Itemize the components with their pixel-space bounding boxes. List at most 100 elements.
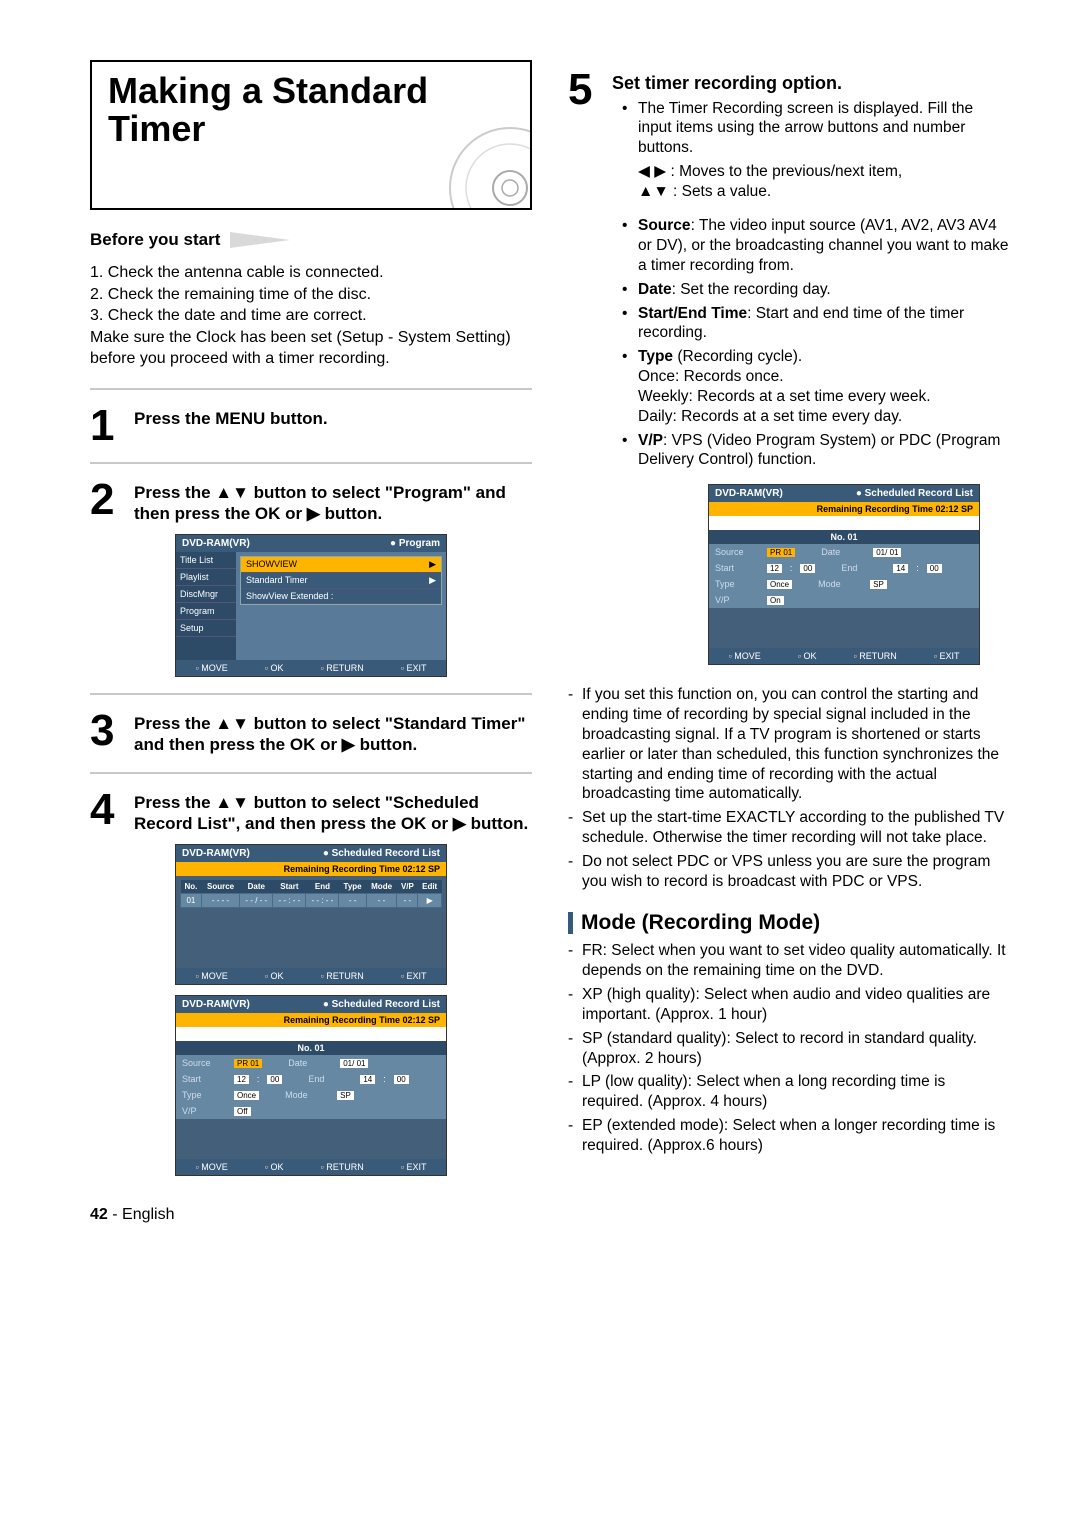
th-type: Type (339, 880, 366, 894)
footbar-exit: EXIT (401, 1162, 427, 1172)
mode-heading-text: Mode (Recording Mode) (581, 911, 820, 935)
separator (90, 772, 532, 774)
txt-type-daily: Daily: Records at a set time every day. (638, 408, 902, 425)
step5-d1: If you set this function on, you can con… (582, 685, 1010, 804)
scr-title-right: ● Scheduled Record List (856, 488, 973, 499)
scr-title-right: ● Program (390, 538, 440, 549)
bullet-icon: • (622, 280, 638, 300)
page-title-l1: Making a Standard (108, 70, 428, 111)
step-num: 3 (90, 711, 124, 756)
th-mode: Mode (366, 880, 397, 894)
footbar-return: RETURN (321, 1162, 364, 1172)
lbl-startend: Start/End Time (638, 305, 747, 322)
th-end: End (306, 880, 339, 894)
scr-menu-panel: SHOWVIEW▶ Standard Timer▶ ShowView Exten… (240, 556, 442, 605)
step-num: 1 (90, 406, 124, 446)
step-1: 1 Press the MENU button. (90, 406, 532, 446)
bullet-icon: • (622, 431, 638, 471)
th-source: Source (201, 880, 239, 894)
step-4: 4 Press the ▲▼ button to select "Schedul… (90, 790, 532, 835)
td: ▶ (418, 894, 442, 908)
step-5: 5 Set timer recording option. • The Time… (568, 70, 1010, 474)
lab-date: Date (821, 547, 865, 557)
chip-end-h: 14 (893, 564, 908, 573)
footbar-return: RETURN (854, 651, 897, 661)
th-date: Date (240, 880, 273, 894)
scr-title-left: DVD-RAM(VR) (182, 538, 250, 549)
step-2: 2 Press the ▲▼ button to select "Program… (90, 480, 532, 525)
menu-row: Standard Timer (246, 575, 308, 586)
bullet-icon: • (622, 347, 638, 426)
scr-title-left: DVD-RAM(VR) (715, 488, 783, 499)
footbar-return: RETURN (321, 971, 364, 981)
bullet-icon: • (622, 99, 638, 158)
chip-date: 01/ 01 (873, 548, 901, 557)
chip-source: PR 01 (767, 548, 795, 557)
footbar-exit: EXIT (401, 663, 427, 673)
scr-remaining: Remaining Recording Time 02:12 SP (176, 1013, 446, 1027)
footer-lang: English (122, 1206, 174, 1223)
footbar-exit: EXIT (401, 971, 427, 981)
step5-heading: Set timer recording option. (612, 70, 1010, 95)
step5-arrows-ud: ▲▼ : Sets a value. (638, 182, 1010, 202)
chevron-right-icon: ▶ (429, 575, 436, 586)
step-text: Press the ▲▼ button to select "Program" … (134, 480, 532, 525)
chip-start-h: 12 (767, 564, 782, 573)
lab-type: Type (715, 579, 759, 589)
step-text: Press the ▲▼ button to select "Standard … (134, 711, 532, 756)
txt-type: (Recording cycle). (673, 348, 802, 365)
footbar-return: RETURN (321, 663, 364, 673)
mode-heading: Mode (Recording Mode) (568, 911, 1010, 935)
dash-icon: - (568, 852, 582, 892)
td: - - (366, 894, 397, 908)
mode-fr: FR: Select when you want to set video qu… (582, 941, 1010, 981)
arrow-tag-icon (230, 232, 290, 248)
footbar-move: MOVE (196, 971, 228, 981)
txt-vp: : VPS (Video Program System) or PDC (Pro… (638, 432, 1000, 469)
screenshot-form-vp-on: DVD-RAM(VR) ● Scheduled Record List Rema… (708, 484, 980, 665)
footbar-ok: OK (265, 971, 284, 981)
scr-remaining: Remaining Recording Time 02:12 SP (176, 862, 446, 876)
lab-start: Start (715, 563, 759, 573)
lbl-vp: V/P (638, 432, 663, 449)
td: - - : - - (306, 894, 339, 908)
td: - - (397, 894, 418, 908)
th-vp: V/P (397, 880, 418, 894)
step-text: Press the MENU button. (134, 406, 328, 446)
scr-sidebar: Title List Playlist DiscMngr Program Set… (176, 552, 236, 660)
page-footer: 42 - English (90, 1206, 1010, 1224)
th-no: No. (181, 880, 202, 894)
footer-dash: - (108, 1206, 122, 1223)
menu-row: ShowView Extended : (246, 591, 333, 601)
lbl-type: Type (638, 348, 673, 365)
step5-b1: The Timer Recording screen is displayed.… (638, 99, 1010, 158)
sidebar-item: Program (176, 603, 236, 620)
footbar-ok: OK (798, 651, 817, 661)
step-num: 5 (568, 70, 602, 474)
dash-icon: - (568, 685, 582, 804)
chip-end-h: 14 (360, 1075, 375, 1084)
chip-type: Once (234, 1091, 259, 1100)
chip-mode: SP (870, 580, 887, 589)
step-3: 3 Press the ▲▼ button to select "Standar… (90, 711, 532, 756)
bullet-icon: • (622, 216, 638, 275)
scr-table: No. Source Date Start End Type Mode V/P … (180, 880, 442, 908)
lab-end: End (308, 1074, 352, 1084)
form-hdr: No. 01 (709, 530, 979, 544)
sidebar-item: DiscMngr (176, 586, 236, 603)
screenshot-scheduled-list: DVD-RAM(VR) ● Scheduled Record List Rema… (175, 844, 447, 985)
mode-xp: XP (high quality): Select when audio and… (582, 985, 1010, 1025)
sidebar-item: Title List (176, 552, 236, 569)
scr-title-right: ● Scheduled Record List (323, 999, 440, 1010)
chip-start-h: 12 (234, 1075, 249, 1084)
step5-arrows-lr: ◀ ▶ : Moves to the previous/next item, (638, 162, 1010, 182)
intro-l1: 1. Check the antenna cable is connected. (90, 262, 532, 284)
chip-type: Once (767, 580, 792, 589)
dash-icon: - (568, 941, 582, 981)
txt-type-weekly: Weekly: Records at a set time every week… (638, 388, 931, 405)
lab-date: Date (288, 1058, 332, 1068)
footbar-ok: OK (265, 1162, 284, 1172)
menu-row: SHOWVIEW (246, 559, 297, 570)
intro-l3: 3. Check the date and time are correct. (90, 305, 532, 327)
title-box: Making a Standard Timer (90, 60, 532, 210)
